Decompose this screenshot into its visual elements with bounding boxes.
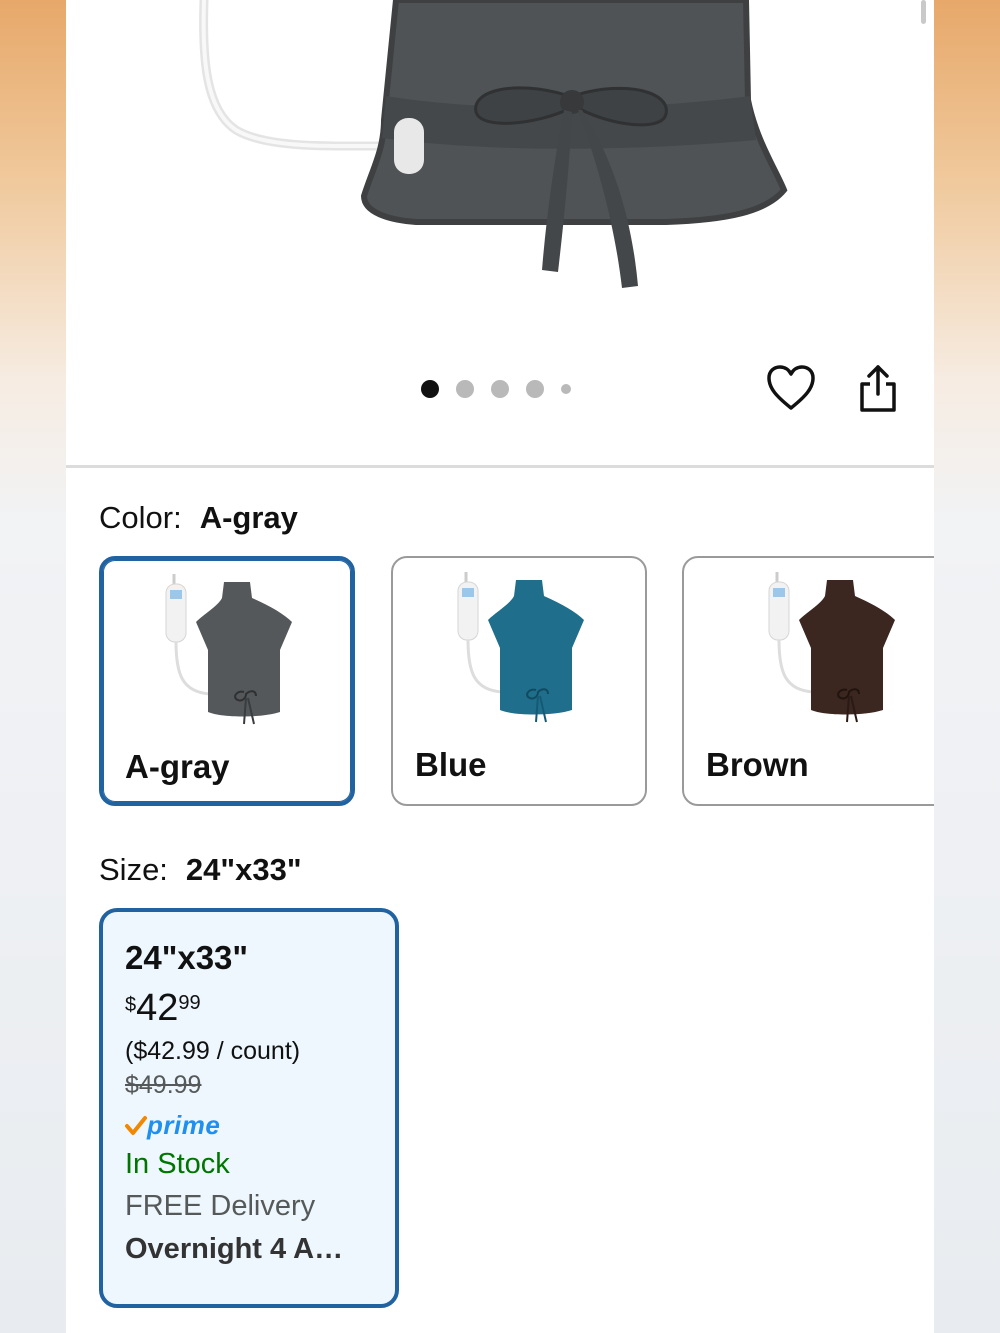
color-option-label: A-gray	[125, 748, 230, 785]
pagination-dot-5[interactable]	[561, 384, 571, 394]
image-pagination[interactable]	[421, 380, 571, 398]
color-option-label: Blue	[415, 746, 487, 783]
swatch-image-brown	[768, 572, 895, 723]
swatch-image-blue	[457, 572, 584, 723]
heart-icon	[767, 365, 815, 410]
size-label-row: Size: 24"x33"	[99, 852, 302, 888]
selected-color-value: A-gray	[199, 500, 298, 535]
color-option-label: Brown	[706, 746, 809, 783]
price-symbol: $	[125, 994, 137, 1016]
price-whole: 42	[136, 987, 179, 1029]
product-image-gallery[interactable]	[66, 0, 934, 465]
availability-status: In Stock	[125, 1148, 230, 1180]
color-option-a-gray[interactable]: A-gray	[99, 556, 355, 806]
scrollbar[interactable]	[921, 0, 926, 24]
swatch-image-gray	[165, 574, 292, 725]
prime-badge: prime	[125, 1108, 395, 1142]
prime-check-icon	[125, 1116, 147, 1135]
share-button[interactable]	[858, 364, 898, 419]
product-page: Color: A-gray A-gray Blue Brown Size: 24…	[66, 0, 934, 1333]
size-option-title: 24"x33"	[125, 939, 249, 976]
pagination-dot-3[interactable]	[491, 380, 509, 398]
selected-size-value: 24"x33"	[185, 852, 302, 887]
prime-label: prime	[147, 1109, 221, 1140]
color-label: Color:	[99, 500, 182, 535]
price-fraction: 99	[178, 992, 201, 1014]
pagination-dot-2[interactable]	[456, 380, 474, 398]
delivery-eta: Overnight 4 A…	[125, 1233, 344, 1265]
unit-price: ($42.99 / count)	[125, 1037, 301, 1065]
price: $ 42 99	[125, 986, 395, 1030]
list-price: $49.99	[125, 1071, 202, 1099]
color-option-blue[interactable]: Blue	[391, 556, 647, 806]
size-label: Size:	[99, 852, 168, 887]
section-divider	[66, 465, 934, 468]
share-icon	[860, 365, 896, 412]
pagination-dot-1[interactable]	[421, 380, 439, 398]
color-label-row: Color: A-gray	[99, 500, 298, 536]
color-option-brown[interactable]: Brown	[682, 556, 934, 806]
size-option-24x33[interactable]: 24"x33" $ 42 99 ($42.99 / count) $49.99 …	[99, 908, 399, 1308]
wishlist-button[interactable]	[766, 364, 816, 417]
delivery-label: FREE Delivery	[125, 1190, 316, 1222]
pagination-dot-4[interactable]	[526, 380, 544, 398]
